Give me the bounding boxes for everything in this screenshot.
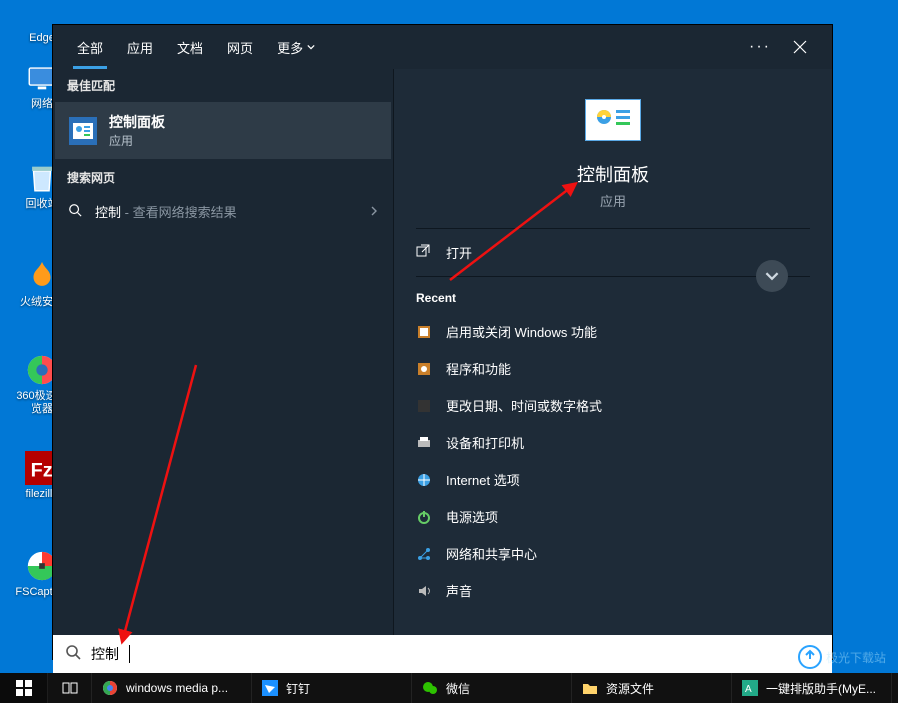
chrome-icon [102,680,118,696]
detail-app-icon [585,99,641,141]
recent-item-label: 电源选项 [446,507,498,526]
start-button[interactable] [0,673,48,703]
taskbar-item-label: 钉钉 [286,680,310,697]
programs-icon [416,361,432,377]
typeset-icon: A [742,680,758,696]
recent-item[interactable]: 电源选项 [394,498,832,535]
best-match-item[interactable]: 控制面板 应用 [55,102,391,159]
detail-subtitle: 应用 [600,191,626,210]
tab-more[interactable]: 更多 [265,25,327,69]
feature-icon [416,324,432,340]
best-match-subtitle: 应用 [109,132,165,149]
options-button[interactable]: ··· [740,27,780,67]
recent-item-label: 程序和功能 [446,359,511,378]
taskbar: windows media p... 钉钉 微信 资源文件 A 一键排版助手(MyE... [0,673,898,703]
svg-text:Fz: Fz [31,460,53,482]
search-input-bar[interactable]: 控制 [53,635,832,673]
recent-item-label: 启用或关闭 Windows 功能 [446,322,597,341]
power-icon [416,509,432,525]
recent-item[interactable]: 网络和共享中心 [394,535,832,572]
tab-all[interactable]: 全部 [65,25,115,69]
detail-title: 控制面板 [577,161,649,187]
taskbar-item-label: windows media p... [126,681,228,695]
taskbar-item[interactable]: 钉钉 [252,673,412,703]
datetime-icon [416,398,432,414]
search-panel: 全部 应用 文档 网页 更多 ··· 最佳匹配 控制面板 应用 搜索网页 控制 … [53,25,832,659]
recent-item[interactable]: 程序和功能 [394,350,832,387]
results-pane: 最佳匹配 控制面板 应用 搜索网页 控制 - 查看网络搜索结果 [53,69,393,659]
printer-icon [416,435,432,451]
wechat-icon [422,680,438,696]
taskbar-item[interactable]: A 一键排版助手(MyE... [732,673,892,703]
netshare-icon [416,546,432,562]
search-icon [67,203,83,222]
detail-pane: 控制面板 应用 打开 Recent 启用或关闭 Windows 功能程序和功能更… [393,69,832,659]
control-panel-icon [69,117,97,145]
taskbar-item-label: 资源文件 [606,680,654,697]
recent-item-label: 声音 [446,581,472,600]
close-button[interactable] [780,27,820,67]
taskbar-item[interactable]: 微信 [412,673,572,703]
taskbar-item[interactable]: windows media p... [92,673,252,703]
open-icon [416,244,432,261]
task-view-button[interactable] [48,673,92,703]
section-web-search: 搜索网页 [53,161,393,192]
recent-item[interactable]: Internet 选项 [394,461,832,498]
expand-button[interactable] [756,260,788,292]
tab-docs[interactable]: 文档 [165,25,215,69]
recent-item-label: Internet 选项 [446,470,520,489]
folder-icon [582,680,598,696]
recent-item-label: 更改日期、时间或数字格式 [446,396,602,415]
recent-item[interactable]: 启用或关闭 Windows 功能 [394,313,832,350]
recent-item[interactable]: 声音 [394,572,832,609]
sound-icon [416,583,432,599]
recent-item-label: 网络和共享中心 [446,544,537,563]
recent-item-label: 设备和打印机 [446,433,524,452]
chevron-right-icon [369,203,379,221]
web-search-item[interactable]: 控制 - 查看网络搜索结果 [53,192,393,232]
tab-apps[interactable]: 应用 [115,25,165,69]
search-header: 全部 应用 文档 网页 更多 ··· [53,25,832,69]
recent-item[interactable]: 更改日期、时间或数字格式 [394,387,832,424]
watermark: 极光下载站 [798,645,886,669]
svg-text:A: A [745,684,752,695]
taskbar-item-label: 一键排版助手(MyE... [766,680,876,697]
tab-web[interactable]: 网页 [215,25,265,69]
taskbar-item[interactable]: 资源文件 [572,673,732,703]
inetopt-icon [416,472,432,488]
recent-item[interactable]: 设备和打印机 [394,424,832,461]
section-best-match: 最佳匹配 [53,69,393,100]
taskbar-item-label: 微信 [446,680,470,697]
dingtalk-icon [262,680,278,696]
best-match-title: 控制面板 [109,112,165,132]
